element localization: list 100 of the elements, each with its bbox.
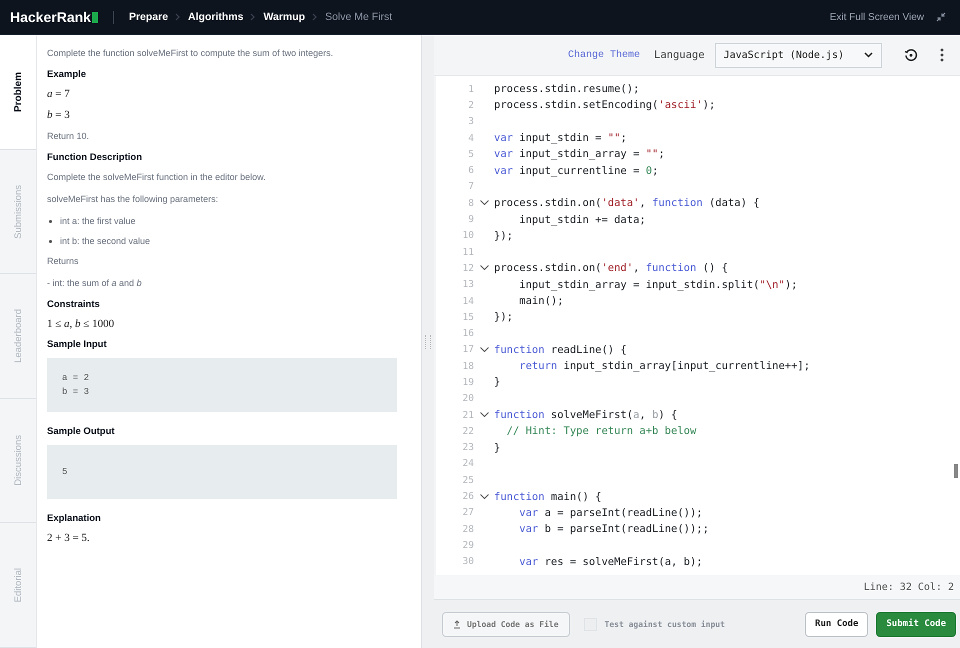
section-heading: Example: [47, 69, 88, 80]
math-expression: a = 7: [47, 88, 71, 100]
line-number: 7: [467, 181, 474, 192]
code-line: var input_currentline = 0;: [494, 164, 658, 177]
submit-code-button[interactable]: Submit Code: [876, 612, 956, 636]
section-heading: Constraints: [47, 299, 101, 310]
math-expression: b = 3: [47, 109, 71, 121]
line-number: 22: [462, 426, 474, 437]
exit-fullscreen-link[interactable]: Exit Full Screen View: [830, 12, 924, 22]
fold-chevron-icon[interactable]: [480, 265, 488, 272]
side-tab[interactable]: Problem: [0, 35, 36, 150]
language-dropdown[interactable]: JavaScript (Node.js): [714, 42, 882, 68]
chevron-icon: [175, 13, 182, 21]
line-number: 21: [462, 410, 474, 421]
line-number: 11: [462, 246, 474, 258]
code-line: var input_stdin = "";: [494, 132, 627, 144]
parameter-text: int b: the second value: [60, 235, 150, 247]
line-number: 16: [462, 328, 474, 340]
custom-input-label: Test against custom input: [604, 620, 725, 628]
description-text: Returns: [47, 255, 80, 267]
sample-code-block: a = 2 b = 3: [47, 358, 397, 412]
breadcrumb-link[interactable]: Prepare: [128, 11, 168, 23]
line-number: 24: [462, 458, 474, 470]
change-theme-link[interactable]: Change Theme: [568, 50, 640, 60]
line-number: 2: [467, 100, 474, 111]
bullet-icon: [49, 220, 52, 222]
more-options-icon[interactable]: [940, 48, 944, 62]
line-number: 26: [462, 491, 474, 502]
breadcrumb-link[interactable]: Solve Me First: [325, 11, 392, 23]
code-line: process.stdin.on('end', function () {: [494, 262, 728, 274]
description-text: - int: the sum of a and b: [47, 277, 143, 289]
line-number: 19: [462, 376, 474, 388]
language-label: Language: [654, 49, 705, 61]
chevron-down-icon: [864, 52, 873, 58]
code-line: process.stdin.resume();: [494, 83, 640, 96]
section-heading: Sample Input: [47, 339, 108, 350]
code-line: main();: [518, 295, 564, 307]
code-line: // Hint: Type return a+b below: [506, 425, 696, 438]
line-number: 10: [462, 230, 474, 242]
code-line: function solveMeFirst(a, b) {: [494, 409, 678, 422]
line-number: 5: [467, 148, 474, 160]
collapse-icon[interactable]: [936, 12, 946, 22]
line-number: 4: [467, 132, 474, 144]
upload-icon: [453, 620, 461, 628]
code-line: process.stdin.on('data', function (data) {: [494, 197, 760, 210]
code-line: function readLine() {: [494, 344, 627, 356]
line-number: 20: [462, 393, 474, 404]
line-number: 29: [462, 540, 474, 551]
code-line: function main() {: [494, 490, 602, 503]
code-line: }: [494, 442, 500, 454]
line-number: 25: [462, 474, 474, 486]
code-line: }: [494, 376, 500, 388]
chevron-icon: [250, 13, 256, 21]
description-text: Complete the function solveMeFirst to compute the sum of two integers.: [47, 47, 334, 59]
line-number: 28: [462, 524, 474, 535]
section-heading: Function Description: [47, 152, 143, 163]
code-line: var b = parseInt(readLine());;: [518, 523, 709, 536]
scrollbar-marker-icon: [954, 464, 958, 478]
description-text: solveMeFirst has the following parameters:: [47, 193, 220, 205]
code-line: });: [494, 311, 513, 324]
breadcrumb-link[interactable]: Algorithms: [188, 11, 244, 23]
math-expression: 1 ≤ a, b ≤ 1000: [47, 318, 116, 330]
chevron-icon: [312, 13, 318, 21]
line-number: 17: [462, 344, 474, 356]
sample-code-block: 5: [47, 445, 397, 499]
fold-chevron-icon[interactable]: [480, 412, 488, 418]
fold-chevron-icon[interactable]: [480, 346, 488, 353]
description-text: Return 10.: [47, 130, 90, 142]
code-line: var input_stdin_array = "";: [494, 148, 665, 160]
parameter-text: int a: the first value: [60, 215, 136, 227]
cursor-position: Line: 32 Col: 2: [864, 582, 954, 592]
fold-chevron-icon[interactable]: [480, 494, 488, 500]
line-number: 14: [462, 296, 474, 306]
line-number: 15: [462, 312, 474, 323]
bullet-icon: [49, 240, 52, 242]
code-line: process.stdin.setEncoding('ascii');: [494, 99, 716, 112]
run-code-button[interactable]: Run Code: [805, 612, 868, 636]
logo-block-icon: [92, 12, 98, 22]
section-heading: Explanation: [47, 513, 102, 524]
line-number: 6: [467, 165, 474, 176]
line-number: 8: [467, 198, 474, 209]
description-text: Complete the solveMeFirst function in the editor below.: [47, 171, 267, 183]
code-line: var res = solveMeFirst(a, b);: [518, 556, 703, 568]
code-line: input_stdin_array = input_stdin.split("\n");: [518, 278, 798, 291]
code-line: });: [494, 230, 513, 242]
line-number: 12: [462, 262, 474, 274]
code-line: var a = parseInt(readLine());: [518, 506, 703, 519]
line-number: 27: [462, 507, 474, 518]
breadcrumb-link[interactable]: Warmup: [263, 11, 306, 23]
history-icon[interactable]: [904, 48, 918, 62]
line-number: 1: [467, 84, 474, 95]
fold-chevron-icon[interactable]: [480, 200, 488, 206]
code-line: return input_stdin_array[input_currentline++];: [518, 360, 810, 372]
line-number: 3: [467, 116, 474, 128]
logo[interactable]: HackerRank: [10, 9, 91, 25]
line-number: 9: [467, 214, 474, 226]
upload-button[interactable]: Upload Code as File: [442, 612, 570, 636]
line-number: 23: [462, 442, 474, 454]
line-number: 13: [462, 279, 474, 290]
line-number: 30: [462, 556, 474, 568]
